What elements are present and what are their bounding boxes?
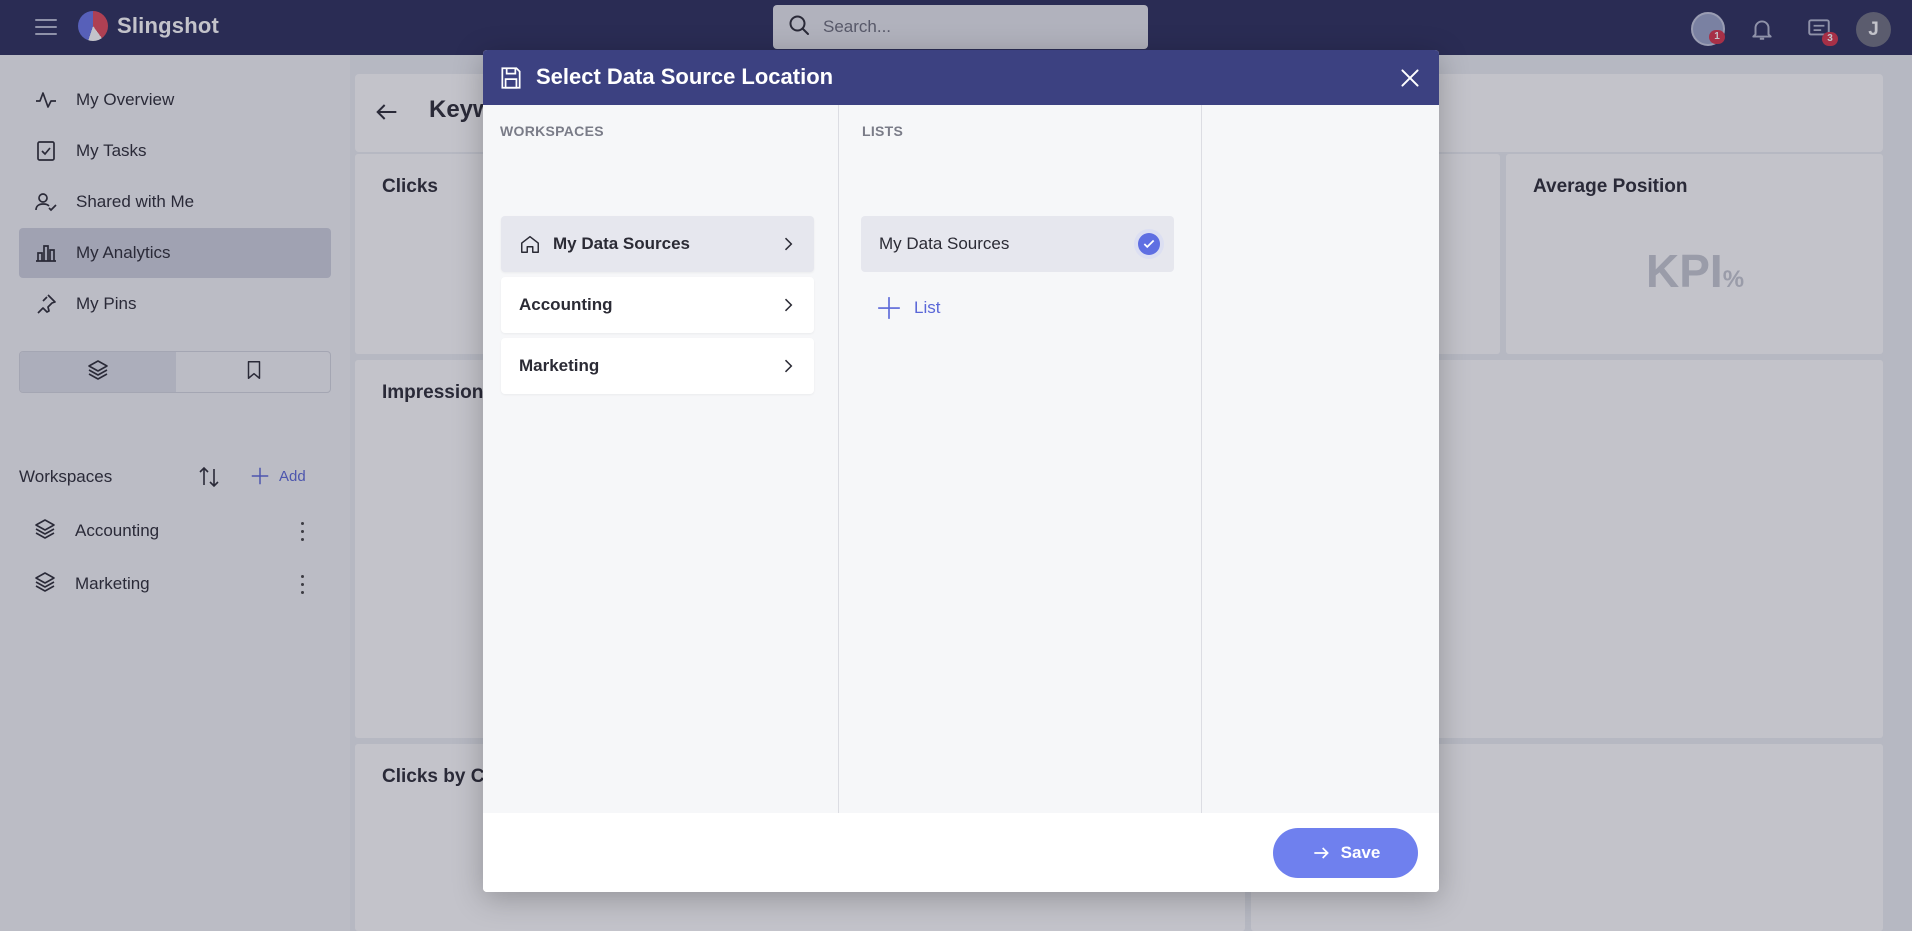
plus-icon: [878, 297, 900, 319]
dialog-title: Select Data Source Location: [536, 64, 834, 89]
workspaces-column: WORKSPACES My Data Sources Accounting Ma…: [483, 105, 839, 813]
save-button[interactable]: Save: [1273, 828, 1418, 878]
list-option-label: My Data Sources: [879, 234, 1010, 253]
chevron-right-icon: [778, 356, 798, 381]
workspace-option-my-data-sources[interactable]: My Data Sources: [501, 216, 814, 272]
close-icon[interactable]: [1397, 65, 1423, 91]
add-list-label: List: [914, 298, 941, 317]
workspace-option-accounting[interactable]: Accounting: [501, 277, 814, 333]
save-label: Save: [1340, 843, 1381, 862]
column-label: LISTS: [862, 123, 904, 139]
chevron-right-icon: [778, 295, 798, 320]
chevron-right-icon: [778, 234, 798, 259]
list-option-my-data-sources[interactable]: My Data Sources: [861, 216, 1174, 272]
home-icon: [519, 233, 541, 255]
arrow-right-icon: [1313, 847, 1329, 859]
workspace-option-label: Marketing: [519, 356, 600, 375]
dialog-footer: Save: [483, 813, 1439, 892]
workspace-option-marketing[interactable]: Marketing: [501, 338, 814, 394]
add-list-button[interactable]: List: [876, 295, 940, 321]
checkmark-icon: [1134, 229, 1164, 259]
select-data-source-dialog: Select Data Source Location WORKSPACES M…: [483, 50, 1439, 892]
lists-column: LISTS My Data Sources List: [840, 105, 1202, 813]
dialog-header: Select Data Source Location: [483, 50, 1439, 105]
save-floppy-icon: [498, 65, 524, 96]
empty-column: [1203, 105, 1439, 813]
workspace-option-label: Accounting: [519, 295, 613, 314]
workspace-option-label: My Data Sources: [553, 234, 690, 253]
dialog-body: WORKSPACES My Data Sources Accounting Ma…: [483, 105, 1439, 813]
column-label: WORKSPACES: [500, 123, 604, 139]
